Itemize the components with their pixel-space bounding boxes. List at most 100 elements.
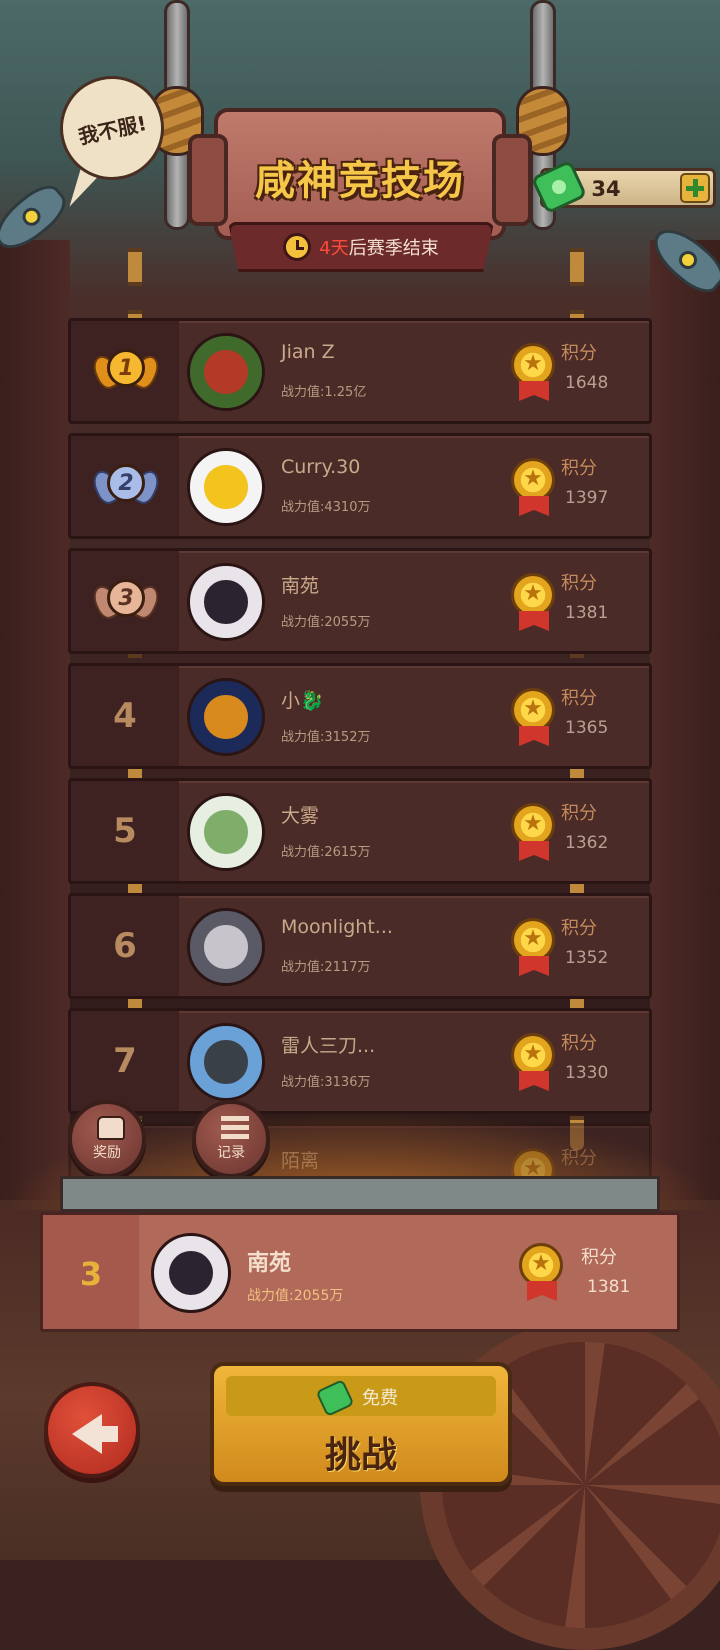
rank-cell: 7	[71, 1011, 179, 1111]
ranking-row[interactable]: 1 Jian Z 战力值:1.25亿 积分 1648	[68, 318, 652, 424]
avatar[interactable]	[187, 563, 265, 641]
my-score: 1381	[587, 1277, 631, 1297]
my-rank: 3	[79, 1255, 103, 1293]
player-name: 大雾	[281, 805, 320, 827]
fish-eye	[675, 247, 701, 273]
score-badge-icon	[511, 688, 555, 732]
score-badge-icon	[519, 1243, 563, 1287]
ribbon-icon	[519, 381, 549, 401]
my-score-label: 积分	[581, 1247, 617, 1268]
player-power: 战力值:4310万	[281, 500, 371, 515]
page-title: 咸神竞技场	[255, 158, 465, 204]
ribbon-icon	[519, 841, 549, 861]
score-badge-icon	[511, 803, 555, 847]
rank-cell: 1	[71, 321, 179, 421]
player-power: 战力值:1.25亿	[281, 385, 367, 400]
ranking-row[interactable]: 3 南苑 战力值:2055万 积分 1381	[68, 548, 652, 654]
player-power: 战力值:2055万	[281, 615, 371, 630]
score-label: 积分	[561, 343, 597, 364]
silver-medal-icon: 2	[88, 456, 164, 518]
ribbon-icon	[519, 1071, 549, 1091]
score-label: 积分	[561, 458, 597, 479]
avatar[interactable]	[187, 333, 265, 411]
records-label: 记录	[217, 1145, 245, 1161]
rewards-label: 奖励	[93, 1145, 121, 1161]
score-badge-icon	[511, 918, 555, 962]
player-power: 战力值:3136万	[281, 1075, 371, 1090]
records-button[interactable]: 记录	[192, 1100, 270, 1178]
bubble-text: 我不服!	[76, 110, 149, 149]
score-label: 积分	[561, 918, 597, 939]
score-value: 1352	[565, 948, 609, 968]
ribbon-icon	[527, 1281, 557, 1301]
list-icon	[221, 1116, 249, 1140]
ribbon-icon	[519, 726, 549, 746]
player-name: Moonlight...	[281, 916, 393, 938]
season-text: 后赛季结束	[348, 238, 439, 259]
rank-cell: 5	[71, 781, 179, 881]
ticket-count: 34	[591, 177, 621, 201]
score-value: 1648	[565, 373, 609, 393]
challenge-label: 挑战	[324, 1435, 397, 1476]
score-badge-icon	[511, 1033, 555, 1077]
score-value: 1330	[565, 1063, 609, 1083]
fish-eye	[18, 204, 45, 230]
score-badge-icon	[511, 458, 555, 502]
clock-icon	[283, 233, 312, 261]
player-name: 南苑	[281, 575, 320, 597]
back-arrow-tail	[98, 1426, 118, 1442]
rank-number: 6	[113, 926, 137, 966]
score-label: 积分	[561, 803, 597, 824]
bronze-medal-icon: 3	[88, 571, 164, 633]
rank-number: 5	[113, 811, 137, 851]
avatar[interactable]	[187, 678, 265, 756]
score-label: 积分	[561, 688, 597, 709]
rewards-button[interactable]: 奖励	[68, 1100, 146, 1178]
my-ranking-panel: 3 南苑 战力值:2055万 积分 1381	[40, 1212, 680, 1332]
rank-cell: 2	[71, 436, 179, 536]
avatar[interactable]	[187, 908, 265, 986]
season-days: 4天	[319, 238, 349, 259]
player-name: Jian Z	[281, 341, 335, 363]
left-wall	[0, 240, 70, 1200]
player-name: Curry.30	[281, 456, 361, 478]
chest-icon	[97, 1116, 125, 1140]
ranking-row[interactable]: 7 雷人三刀... 战力值:3136万 积分 1330	[68, 1008, 652, 1114]
ranking-row[interactable]: 4 小🐉 战力值:3152万 积分 1365	[68, 663, 652, 769]
ribbon-icon	[519, 496, 549, 516]
ticket-counter: 34	[530, 159, 716, 215]
rank-cell: 4	[71, 666, 179, 766]
back-button[interactable]	[44, 1382, 140, 1478]
avatar[interactable]	[187, 448, 265, 526]
ranking-row[interactable]: 6 Moonlight... 战力值:2117万 积分 1352	[68, 893, 652, 999]
rank-number: 4	[113, 696, 137, 736]
right-wall	[650, 240, 720, 1200]
player-power: 战力值:2615万	[281, 845, 371, 860]
player-name: 小🐉	[281, 690, 324, 712]
ribbon-icon	[519, 956, 549, 976]
ranking-row[interactable]: 2 Curry.30 战力值:4310万 积分 1397	[68, 433, 652, 539]
rank-number: 7	[113, 1041, 137, 1081]
avatar[interactable]	[187, 793, 265, 871]
avatar[interactable]	[187, 1023, 265, 1101]
score-label: 积分	[561, 1033, 597, 1054]
score-label: 积分	[561, 573, 597, 594]
score-value: 1381	[565, 603, 609, 623]
player-power: 战力值:3152万	[281, 730, 371, 745]
my-name: 南苑	[247, 1251, 292, 1276]
free-bar: 免费	[226, 1376, 496, 1418]
ranking-row[interactable]: 5 大雾 战力值:2615万 积分 1362	[68, 778, 652, 884]
shelf	[60, 1176, 660, 1212]
my-power: 战力值:2055万	[247, 1288, 344, 1304]
score-value: 1397	[565, 488, 609, 508]
gold-medal-icon: 1	[88, 341, 164, 403]
add-ticket-button[interactable]	[680, 173, 710, 203]
challenge-button[interactable]: 免费 挑战	[210, 1362, 512, 1486]
season-timer: 4天后赛季结束	[228, 222, 494, 272]
my-avatar[interactable]	[151, 1233, 231, 1313]
title-sign: 咸神竞技场	[188, 108, 532, 240]
ribbon-icon	[519, 611, 549, 631]
free-label: 免费	[362, 1388, 398, 1409]
score-value: 1365	[565, 718, 609, 738]
score-value: 1362	[565, 833, 609, 853]
